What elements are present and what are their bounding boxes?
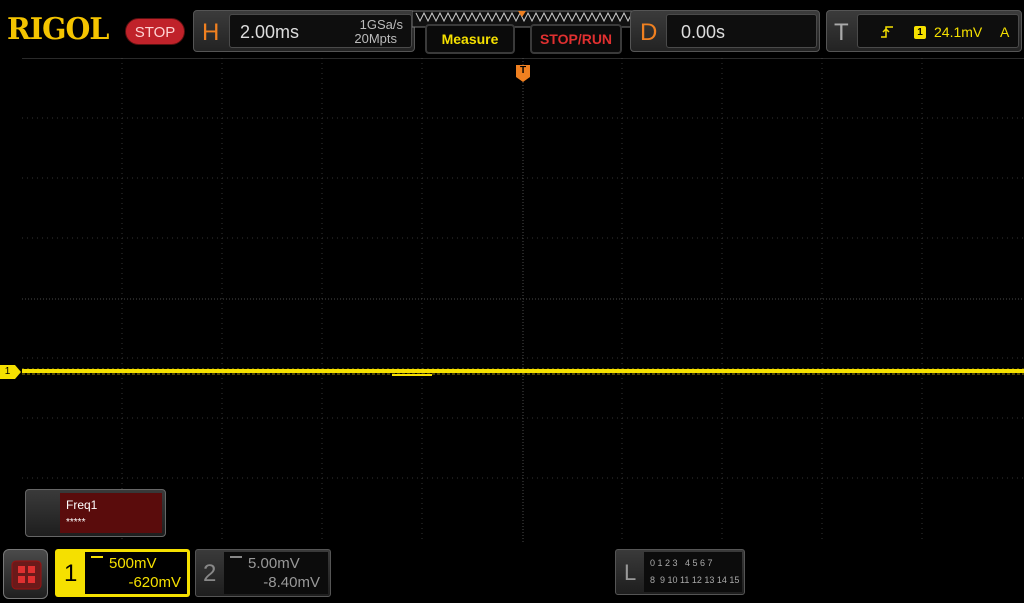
ch2-offset: -8.40mV xyxy=(263,574,320,591)
horizontal-panel[interactable]: H 2.00ms 1GSa/s 20Mpts xyxy=(193,10,415,52)
trigger-level: 24.1mV xyxy=(934,24,983,40)
trigger-position-marker[interactable]: T xyxy=(516,65,530,82)
sample-rate: 1GSa/s xyxy=(359,17,403,32)
trigger-letter: T xyxy=(834,19,849,46)
logic-readout: 0 1 2 3 4 5 6 7 8 9 10 11 12 13 14 15 xyxy=(644,552,742,592)
memory-depth: 20Mpts xyxy=(354,31,397,46)
delay-readout: 0.00s xyxy=(666,14,817,48)
delay-panel[interactable]: D 0.00s xyxy=(630,10,820,52)
bottom-bar: 1 500mV -620mV 2 5.00mV -8.40mV L 0 1 2 … xyxy=(0,543,1024,603)
ch1-panel[interactable]: 1 500mV -620mV xyxy=(55,549,190,597)
measurement-body: Freq1 ***** xyxy=(60,493,162,533)
dc-coupling-icon xyxy=(230,556,242,562)
timebase-value: 2.00ms xyxy=(240,22,300,42)
ch1-readout: 500mV -620mV xyxy=(85,552,187,594)
grid-menu-icon xyxy=(11,560,42,590)
ch2-number: 2 xyxy=(203,560,217,587)
menu-button[interactable] xyxy=(3,549,48,599)
trigger-panel[interactable]: T 1 24.1mV A xyxy=(826,10,1022,52)
measurement-name: Freq1 xyxy=(66,498,98,512)
stop-run-button[interactable]: STOP/RUN xyxy=(530,24,622,54)
logic-channels-row1: 0 1 2 3 4 5 6 7 xyxy=(650,558,713,568)
brand-logo: RIGOL xyxy=(7,12,109,47)
logic-letter: L xyxy=(624,560,637,585)
ch1-offset: -620mV xyxy=(128,574,181,591)
ch1-trace xyxy=(22,368,1024,376)
run-state-badge[interactable]: STOP xyxy=(125,18,185,45)
ch1-offset-marker[interactable]: 1 xyxy=(0,365,22,379)
ch2-readout: 5.00mV -8.40mV xyxy=(224,552,328,594)
horizontal-readout: 2.00ms 1GSa/s 20Mpts xyxy=(229,14,412,48)
ch2-panel[interactable]: 2 5.00mV -8.40mV xyxy=(195,549,331,597)
ch2-scale: 5.00mV xyxy=(248,555,300,572)
trigger-source-badge: 1 xyxy=(914,26,926,39)
rising-edge-icon xyxy=(881,26,893,38)
trigger-readout: 1 24.1mV A xyxy=(857,14,1019,48)
waveform-graticule[interactable] xyxy=(22,58,1024,542)
logic-panel[interactable]: L 0 1 2 3 4 5 6 7 8 9 10 11 12 13 14 15 xyxy=(615,549,745,595)
trigger-mode: A xyxy=(1000,24,1010,40)
ch1-number: 1 xyxy=(64,560,78,587)
delay-value: 0.00s xyxy=(681,22,726,42)
logic-channels-row2: 8 9 10 11 12 13 14 15 xyxy=(650,575,740,585)
top-bar: RIGOL STOP H 2.00ms 1GSa/s 20Mpts Measur… xyxy=(0,0,1024,56)
dc-coupling-icon xyxy=(91,556,103,562)
measure-button[interactable]: Measure xyxy=(425,24,515,54)
measurement-value: ***** xyxy=(66,517,86,528)
delay-letter: D xyxy=(640,19,658,46)
horizontal-letter: H xyxy=(202,19,220,46)
ch1-scale: 500mV xyxy=(109,555,157,572)
measurement-panel[interactable]: Freq1 ***** xyxy=(25,489,166,537)
